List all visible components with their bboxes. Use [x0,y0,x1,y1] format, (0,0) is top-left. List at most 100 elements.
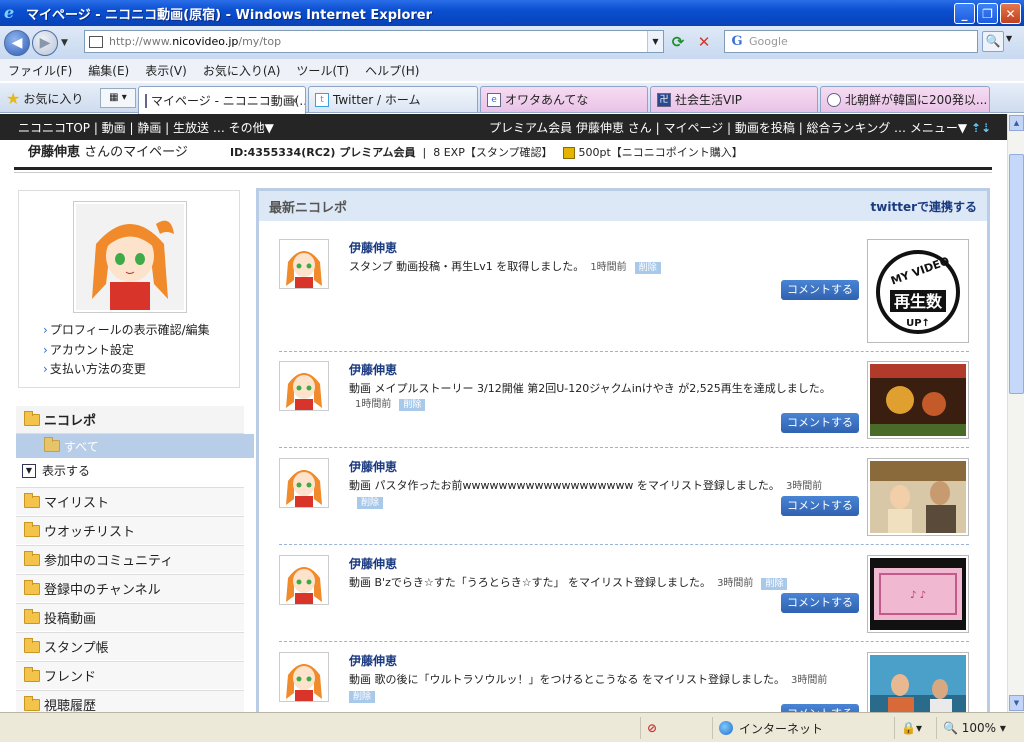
tab-twitter[interactable]: t Twitter / ホーム [308,86,478,112]
sidebar-item-mylist[interactable]: マイリスト [16,487,244,515]
menu-view[interactable]: 表示(V) [145,62,187,79]
address-bar[interactable]: http://www.nicovideo.jp/my/top ▼ [84,30,664,53]
entry-user-name[interactable]: 伊藤伸恵 [349,652,397,669]
list-item: 伊藤伸恵 動画 パスタ作ったお前wwwwwwwwwwwwwwwwwww をマイリ… [279,458,969,538]
address-dropdown-icon[interactable]: ▼ [647,31,663,52]
maximize-button[interactable]: ❐ [977,3,998,24]
favorites-button[interactable]: ★ お気に入り [6,89,83,108]
stamp-thumbnail[interactable]: MY VIDEO 再生数 UP↑ [867,239,969,343]
ie-icon: e [487,92,501,107]
protected-mode-segment: ⊘ [640,717,710,739]
menu-bar: ファイル(F) 編集(E) 表示(V) お気に入り(A) ツール(T) ヘルプ(… [0,59,1024,81]
sidebar-item-watchlist[interactable]: ウオッチリスト [16,516,244,544]
points-link[interactable]: 500pt【ニコニコポイント購入】 [579,146,743,159]
avatar[interactable] [279,555,329,605]
tab-mypage[interactable]: マイページ - ニコニコ動画(... ✕ [138,86,306,114]
delete-button[interactable]: 削除 [761,578,788,590]
exp-link[interactable]: 8 EXP【スタンプ確認】 [433,146,552,159]
scroll-down-icon[interactable]: ▼ [1009,695,1024,711]
entry-text: 動画 B'zでらき☆すた「うろとらき☆すた」 をマイリスト登録しました。 3時間前… [349,575,849,591]
comment-button[interactable]: コメントする [781,704,859,712]
entry-user-name[interactable]: 伊藤伸恵 [349,239,397,256]
refresh-icon[interactable]: ⟳ [668,32,688,52]
menu-favorites[interactable]: お気に入り(A) [203,62,281,79]
avatar[interactable] [73,201,187,313]
sidebar-item-community[interactable]: 参加中のコミュニティ [16,545,244,573]
delete-button[interactable]: 削除 [357,497,384,509]
folder-icon [24,550,40,566]
video-thumbnail[interactable] [867,458,969,536]
forward-button[interactable]: ▶ [32,29,58,56]
url-text: http://www.nicovideo.jp/my/top [109,35,282,48]
folder-icon [24,521,40,537]
tab-close-icon[interactable]: ✕ [289,94,299,108]
entry-divider [279,544,969,545]
vertical-scrollbar[interactable]: ▲ ▼ [1007,114,1024,712]
comment-button[interactable]: コメントする [781,413,859,433]
lock-icon: 🔒▾ [901,721,922,735]
search-input[interactable]: G Google [724,30,978,53]
entry-divider [279,351,969,352]
sidebar-item-channel[interactable]: 登録中のチャンネル [16,574,244,602]
video-thumbnail[interactable]: ♪ ♪ [867,555,969,633]
comment-button[interactable]: コメントする [781,280,859,300]
menu-edit[interactable]: 編集(E) [88,62,129,79]
sidebar-item-nicorepo[interactable]: ニコレポ [16,406,244,434]
tab-owata[interactable]: e オワタあんてな [480,86,648,112]
entry-user-name[interactable]: 伊藤伸恵 [349,361,397,378]
entry-text: 動画 歌の後に「ウルトラソウルッ！」をつけるとこうなる をマイリスト登録しました… [349,673,828,703]
search-icon[interactable]: 🔍 [982,31,1004,52]
svg-text:UP↑: UP↑ [906,318,930,329]
zoom-control[interactable]: 🔍 100% ▾ [936,717,1016,739]
sidebar-item-history[interactable]: 視聴履歴 [16,690,244,712]
folder-icon [24,608,40,624]
nico-header-left-links[interactable]: ニコニコTOP | 動画 | 静画 | 生放送 … その他▼ [18,119,274,136]
payment-method-link[interactable]: 支払い方法の変更 [43,360,146,377]
profile-edit-link[interactable]: プロフィールの表示確認/編集 [43,321,210,338]
quick-tabs-button[interactable]: ▦ ▾ [100,88,136,108]
delete-button[interactable]: 削除 [634,262,661,274]
comment-button[interactable]: コメントする [781,593,859,613]
show-toggle[interactable]: ▼ 表示する [22,462,90,479]
nico-header-right-links[interactable]: プレミアム会員 伊藤伸恵 さん | マイページ | 動画を投稿 | 総合ランキン… [489,119,991,136]
tab-vip[interactable]: 卍 社会生活VIP [650,86,818,112]
security-segment[interactable]: 🔒▾ [894,717,934,739]
avatar[interactable] [279,652,329,702]
twitter-link[interactable]: twitterで連携する [871,198,977,215]
search-dropdown-icon[interactable]: ▼ [1006,34,1012,43]
zone-segment[interactable]: インターネット [712,717,892,739]
delete-button[interactable]: 削除 [349,691,376,703]
comment-button[interactable]: コメントする [781,496,859,516]
history-dropdown-icon[interactable]: ▼ [61,38,68,48]
header-divider [14,167,992,170]
minimize-button[interactable]: _ [954,3,975,24]
folder-icon [24,579,40,595]
close-button[interactable]: ✕ [1000,3,1021,24]
back-button[interactable]: ◀ [4,29,30,56]
page-icon [145,93,147,108]
account-settings-link[interactable]: アカウント設定 [43,341,134,358]
sidebar-item-uploads[interactable]: 投稿動画 [16,603,244,631]
entry-user-name[interactable]: 伊藤伸恵 [349,555,397,572]
sidebar-item-stamps[interactable]: スタンプ帳 [16,632,244,660]
stop-icon[interactable]: ✕ [694,32,714,52]
menu-help[interactable]: ヘルプ(H) [365,62,419,79]
video-thumbnail[interactable] [867,652,969,712]
video-thumbnail[interactable] [867,361,969,439]
avatar[interactable] [279,239,329,289]
scrollbar-thumb[interactable] [1009,154,1024,394]
delete-button[interactable]: 削除 [399,399,426,411]
list-item: 伊藤伸恵 スタンプ 動画投稿・再生Lv1 を取得しました。 1時間前 削除 コメント… [279,239,969,344]
avatar[interactable] [279,458,329,508]
avatar[interactable] [279,361,329,411]
sidebar-item-friends[interactable]: フレンド [16,661,244,689]
profile-box: プロフィールの表示確認/編集 アカウント設定 支払い方法の変更 [18,190,240,388]
tab-news[interactable]: 北朝鮮が韓国に200発以... [820,86,990,112]
scroll-up-icon[interactable]: ▲ [1009,115,1024,131]
scroll-arrows-icon[interactable]: ⇡⇣ [971,121,991,135]
entry-user-name[interactable]: 伊藤伸恵 [349,458,397,475]
menu-file[interactable]: ファイル(F) [8,62,72,79]
sidebar-item-all[interactable]: すべて [16,434,254,458]
entry-text: スタンプ 動画投稿・再生Lv1 を取得しました。 1時間前 削除 [349,259,849,275]
menu-tools[interactable]: ツール(T) [296,62,349,79]
